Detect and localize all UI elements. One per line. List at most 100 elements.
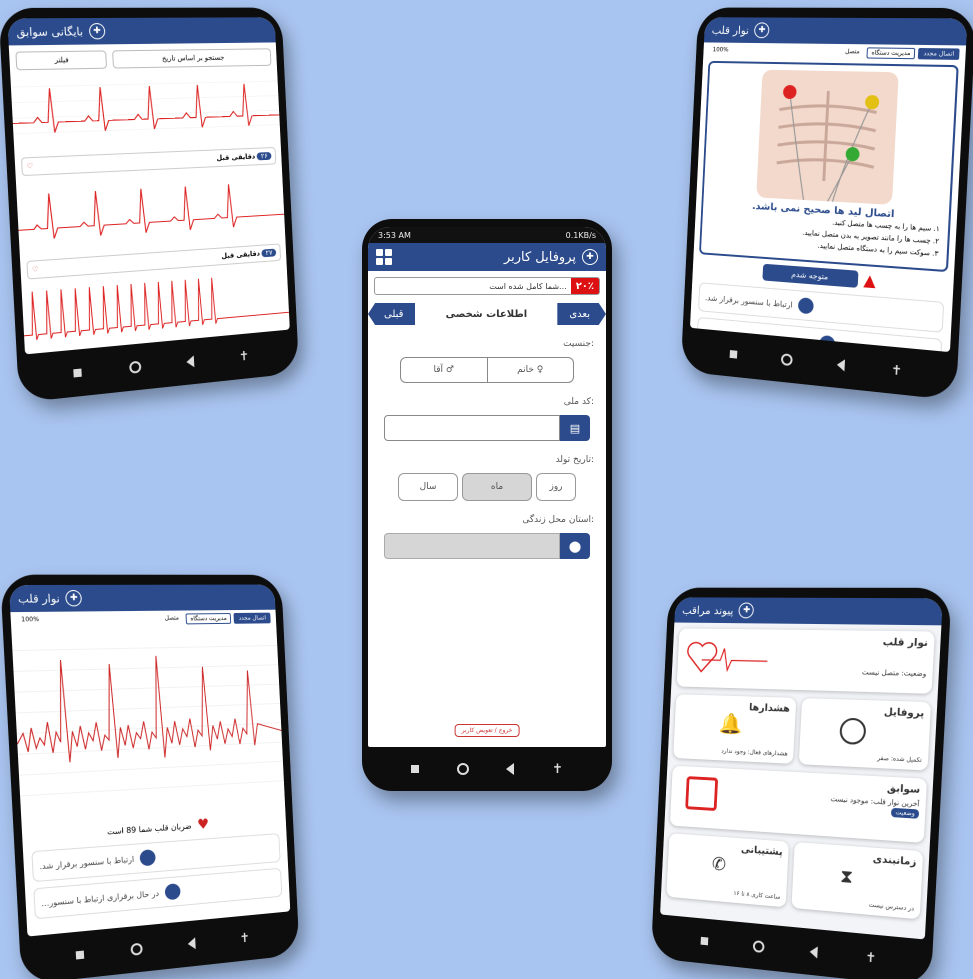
ecg-title: نوار قلب — [711, 23, 750, 37]
profile-screen: 3:53 AM 0.1KB/s پروفایل کاربر ✚ شما کامل… — [368, 227, 606, 747]
ecg-title: نوار قلب — [17, 591, 61, 606]
reconnect-tab[interactable]: اتصال مجدد — [918, 47, 960, 60]
record-title: دقایقی قبل — [216, 152, 256, 163]
warning-triangle-icon: ▲ — [863, 270, 877, 291]
ok-button[interactable]: متوجه شدم — [762, 263, 859, 288]
logout-button[interactable]: خروج / تعویض کاربر — [454, 724, 520, 737]
heart-ecg-icon — [683, 638, 769, 679]
gender-label: جنسیت: — [563, 339, 594, 349]
android-navbar: ✝ — [362, 747, 612, 791]
phone-profile: 3:53 AM 0.1KB/s پروفایل کاربر ✚ شما کامل… — [362, 219, 612, 791]
back-icon[interactable] — [809, 945, 819, 959]
phone-lead-warning: ✚ نوار قلب اتصال مجدد مدیریت دستگاه متصل… — [680, 7, 973, 401]
profile-title: پروفایل — [883, 706, 925, 720]
gender-female-option[interactable]: ♀ خانم — [488, 358, 574, 382]
gear-icon — [797, 297, 815, 315]
ecg-card-title: نوار قلب — [882, 637, 929, 650]
national-code-row: ▤ — [384, 415, 590, 441]
date-search-button[interactable]: جستجو بر اساس تاریخ — [111, 48, 272, 69]
recents-icon[interactable] — [75, 950, 84, 960]
heart-rate-icon: ♥ — [196, 816, 210, 834]
device-manage-tab[interactable]: مدیریت دستگاه — [185, 613, 232, 625]
profile-sub: تکمیل شده: صفر — [877, 754, 922, 765]
next-button[interactable]: بعدی — [557, 303, 606, 325]
home-icon[interactable] — [456, 763, 469, 775]
home-icon[interactable] — [128, 360, 142, 374]
prev-button[interactable]: قبلی — [368, 303, 416, 325]
dashboard-appbar: ✚ پیوند مراقب — [674, 597, 943, 626]
sensor-connected-text: ارتباط با سنسور برقرار شد. — [39, 854, 135, 871]
province-label: استان محل زندگی: — [522, 515, 594, 525]
back-icon[interactable] — [187, 937, 196, 950]
history-card[interactable]: سوابق آخرین نوار قلب: موجود نیست وضعیت — [669, 765, 928, 843]
history-title: بایگانی سوابق — [16, 24, 84, 39]
home-icon[interactable] — [752, 940, 765, 954]
completion-text: شما کامل شده است... — [489, 281, 567, 291]
dashboard-title: پیوند مراقب — [681, 603, 734, 617]
gender-selector: ♀ خانم ♂ آقا — [400, 357, 574, 383]
support-sub: ساعت کاری ۸ تا ۱۶ — [733, 889, 781, 901]
birth-day-select[interactable]: روز — [536, 473, 576, 501]
birth-year-select[interactable]: سال — [398, 473, 458, 501]
accessibility-icon[interactable]: ✝ — [552, 762, 563, 777]
app-logo-icon: ✚ — [738, 602, 755, 619]
gender-male-option[interactable]: ♂ آقا — [401, 358, 488, 382]
alerts-card[interactable]: هشدارها هشدارهای فعال: وجود ندارد 🔔 — [673, 694, 797, 764]
ecg-appbar: ✚ نوار قلب — [703, 17, 968, 46]
hourglass-icon: ⧗ — [839, 865, 854, 888]
schedule-sub: در دسترس نیست — [868, 901, 915, 913]
status-bar: 3:53 AM 0.1KB/s — [368, 227, 606, 243]
accessibility-icon[interactable]: ✝ — [891, 362, 903, 378]
inbox-tray-icon — [685, 776, 719, 812]
sensor-connected-text: ارتباط با سنسور برقرار شد. — [704, 292, 793, 310]
profile-card[interactable]: پروفایل تکمیل شده: صفر — [798, 698, 932, 771]
device-manage-tab[interactable]: مدیریت دستگاه — [866, 47, 916, 60]
history-status-badge: وضعیت — [891, 807, 920, 819]
bell-icon: 🔔 — [718, 711, 743, 736]
national-code-input[interactable] — [384, 415, 560, 441]
gear-icon — [164, 883, 181, 901]
device-tabs: اتصال مجدد مدیریت دستگاه متصل 100% — [703, 42, 966, 63]
accessibility-icon[interactable]: ✝ — [239, 930, 250, 946]
live-ecg-chart — [11, 626, 285, 817]
support-card[interactable]: پشتیبانی ساعت کاری ۸ تا ۱۶ ✆ — [666, 833, 789, 908]
accessibility-icon[interactable]: ✝ — [239, 348, 250, 364]
birth-date-selector: روز ماه سال — [368, 473, 606, 501]
back-icon[interactable] — [506, 763, 515, 775]
recents-icon[interactable] — [700, 936, 709, 946]
support-title: پشتیبانی — [740, 844, 783, 859]
profile-appbar: پروفایل کاربر ✚ — [368, 243, 606, 271]
phone-icon: ✆ — [711, 853, 727, 876]
recents-icon[interactable] — [410, 765, 419, 773]
user-icon — [839, 717, 867, 745]
back-icon[interactable] — [836, 358, 846, 372]
home-icon[interactable] — [780, 353, 793, 367]
alerts-sub: هشدارهای فعال: وجود ندارد — [721, 747, 788, 758]
lead-screen: ✚ نوار قلب اتصال مجدد مدیریت دستگاه متصل… — [689, 17, 968, 353]
live-ecg-screen: ✚ نوار قلب اتصال مجدد مدیریت دستگاه متصل… — [8, 584, 291, 937]
ecg-card[interactable]: نوار قلب وضعیت: متصل نیست — [676, 628, 935, 694]
national-code-label: کد ملی: — [563, 397, 594, 407]
location-pin-icon: ⬤ — [560, 533, 590, 559]
alerts-title: هشدارها — [748, 702, 791, 715]
reconnect-tab[interactable]: اتصال مجدد — [233, 612, 271, 624]
app-logo-icon: ✚ — [88, 23, 106, 40]
filter-button[interactable]: فیلتر — [15, 50, 107, 71]
recents-icon[interactable] — [729, 350, 738, 359]
schedule-card[interactable]: زمانبندی در دسترس نیست ⧗ — [791, 842, 924, 920]
province-select[interactable] — [384, 533, 560, 559]
phone-dashboard: ✚ پیوند مراقب نوار قلب وضعیت: متصل نیست … — [650, 587, 952, 979]
profile-title: پروفایل کاربر — [503, 249, 576, 265]
birth-month-select[interactable]: ماه — [462, 473, 532, 501]
home-icon[interactable] — [130, 942, 143, 956]
back-icon[interactable] — [186, 355, 195, 368]
app-logo-icon: ✚ — [65, 590, 83, 607]
history-title: سوابق — [886, 782, 921, 797]
heart-outline-icon: ♡ — [31, 265, 39, 275]
history-screen: ✚ بایگانی سوابق جستجو بر اساس تاریخ فیلت… — [7, 17, 290, 355]
app-logo-icon: ✚ — [754, 22, 770, 39]
recents-icon[interactable] — [73, 368, 82, 378]
accessibility-icon[interactable]: ✝ — [865, 950, 877, 966]
menu-grid-icon[interactable] — [376, 249, 392, 265]
sensor-connecting-text: در حال برقراری ارتباط با سنسور... — [41, 888, 160, 908]
